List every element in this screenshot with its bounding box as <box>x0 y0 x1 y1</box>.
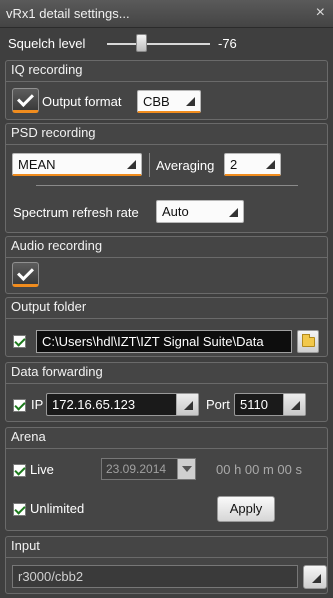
squelch-value: -76 <box>218 36 237 51</box>
output-format-select[interactable]: CBB <box>137 90 201 113</box>
folder-icon <box>302 334 315 347</box>
arena-unlimited-checkbox[interactable] <box>13 503 26 516</box>
horizontal-divider <box>36 185 298 186</box>
output-folder-path[interactable]: C:\Users\hdl\IZT\IZT Signal Suite\Data <box>36 330 292 353</box>
psd-mode-select[interactable]: MEAN <box>12 153 142 176</box>
group-divider <box>6 448 327 449</box>
refresh-rate-select[interactable]: Auto <box>156 200 244 223</box>
output-folder-group: Output folder C:\Users\hdl\IZT\IZT Signa… <box>5 297 328 357</box>
data-forwarding-group: Data forwarding IP 172.16.65.123 Port 51… <box>5 362 328 422</box>
calendar-dropdown-icon <box>177 459 195 479</box>
chevron-down-icon <box>266 160 275 169</box>
output-format-value: CBB <box>143 94 170 109</box>
iq-recording-group: IQ recording Output format CBB <box>5 60 328 120</box>
iq-output-format-checkbox[interactable] <box>12 88 39 113</box>
averaging-label: Averaging <box>156 158 215 173</box>
psd-mode-value: MEAN <box>18 157 56 172</box>
arena-title: Arena <box>11 429 46 444</box>
arena-group: Arena Live 23.09.2014 00 h 00 m 00 s Unl… <box>5 427 328 531</box>
data-forwarding-checkbox[interactable] <box>13 399 26 412</box>
port-select[interactable]: 5110 <box>234 393 306 416</box>
unlimited-label: Unlimited <box>30 501 85 516</box>
input-title: Input <box>11 538 40 553</box>
ip-value: 172.16.65.123 <box>52 397 136 412</box>
group-divider <box>6 144 327 145</box>
close-icon[interactable]: × <box>316 4 325 22</box>
apply-button[interactable]: Apply <box>217 496 275 522</box>
audio-recording-checkbox[interactable] <box>12 262 39 287</box>
chevron-down-icon <box>283 394 305 415</box>
group-divider <box>6 383 327 384</box>
arena-date-value: 23.09.2014 <box>106 462 167 476</box>
vertical-divider <box>149 153 150 177</box>
input-select-button[interactable] <box>303 565 327 589</box>
refresh-rate-label: Spectrum refresh rate <box>13 205 139 220</box>
live-label: Live <box>30 462 54 477</box>
arena-duration: 00 h 00 m 00 s <box>216 462 302 477</box>
group-divider <box>6 81 327 82</box>
data-forwarding-title: Data forwarding <box>11 364 103 379</box>
audio-recording-group: Audio recording <box>5 236 328 294</box>
chevron-down-icon <box>127 160 136 169</box>
squelch-slider-thumb[interactable] <box>136 34 148 52</box>
psd-recording-title: PSD recording <box>11 125 96 140</box>
chevron-down-icon <box>229 208 238 217</box>
port-label: Port <box>206 397 230 412</box>
averaging-select[interactable]: 2 <box>224 153 281 176</box>
squelch-slider-track[interactable] <box>107 43 210 45</box>
group-divider <box>6 318 327 319</box>
squelch-row: Squelch level -76 <box>0 30 333 56</box>
output-format-label: Output format <box>42 94 122 109</box>
averaging-value: 2 <box>230 157 238 172</box>
browse-folder-button[interactable] <box>297 330 319 353</box>
output-folder-title: Output folder <box>11 299 87 314</box>
refresh-rate-value: Auto <box>162 204 189 219</box>
psd-recording-group: PSD recording MEAN Averaging 2 Spectrum … <box>5 123 328 233</box>
window-title: vRx1 detail settings... <box>6 6 130 21</box>
title-bar: vRx1 detail settings... × <box>0 0 333 28</box>
chevron-down-icon <box>186 97 195 106</box>
output-folder-checkbox[interactable] <box>13 335 26 348</box>
port-value: 5110 <box>240 397 268 412</box>
group-divider <box>6 257 327 258</box>
iq-recording-title: IQ recording <box>11 62 83 77</box>
audio-recording-title: Audio recording <box>11 238 103 253</box>
ip-label: IP <box>31 397 44 412</box>
input-group: Input r3000/cbb2 <box>5 536 328 594</box>
squelch-label: Squelch level <box>8 36 86 51</box>
arena-date-picker[interactable]: 23.09.2014 <box>101 458 196 480</box>
group-divider <box>6 557 327 558</box>
input-source-field: r3000/cbb2 <box>12 565 298 588</box>
chevron-down-icon <box>176 394 198 415</box>
arena-live-checkbox[interactable] <box>13 464 26 477</box>
ip-select[interactable]: 172.16.65.123 <box>46 393 199 416</box>
